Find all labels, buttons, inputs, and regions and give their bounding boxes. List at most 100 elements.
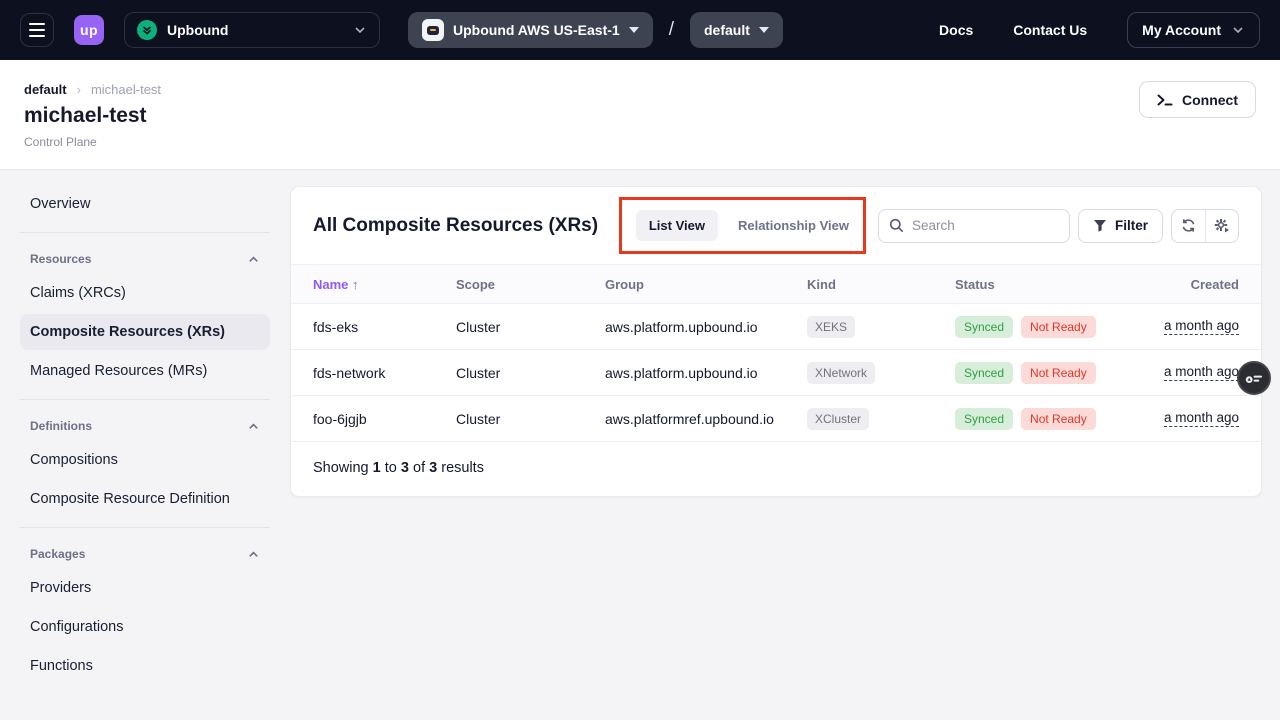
- cell-name[interactable]: fds-eks: [313, 319, 456, 335]
- divider: [20, 232, 270, 233]
- group-label: default: [704, 22, 750, 38]
- column-header-group[interactable]: Group: [605, 277, 807, 292]
- control-plane-icon: [422, 19, 444, 41]
- column-header-scope[interactable]: Scope: [456, 277, 605, 292]
- breadcrumb-current: michael-test: [91, 82, 161, 97]
- cell-scope: Cluster: [456, 411, 605, 427]
- connect-button[interactable]: Connect: [1139, 81, 1256, 118]
- cell-status: Synced Not Ready: [955, 408, 1164, 430]
- breadcrumb-parent[interactable]: default: [24, 82, 67, 97]
- sidebar-item-providers[interactable]: Providers: [20, 570, 270, 606]
- relationship-view-tab[interactable]: Relationship View: [738, 218, 849, 233]
- table-header: Name ↑ Scope Group Kind Status Created: [291, 264, 1261, 304]
- cell-group: aws.platformref.upbound.io: [605, 411, 807, 427]
- cell-status: Synced Not Ready: [955, 362, 1164, 384]
- sidebar-item-compositions[interactable]: Compositions: [20, 442, 270, 478]
- section-title: Packages: [30, 547, 85, 561]
- search-input[interactable]: [912, 218, 1059, 233]
- page-title: michael-test: [24, 104, 1256, 128]
- page-header: default › michael-test michael-test Cont…: [0, 60, 1280, 170]
- cell-scope: Cluster: [456, 319, 605, 335]
- section-title: Definitions: [30, 419, 92, 433]
- divider: [20, 527, 270, 528]
- gear-play-icon: [1214, 218, 1230, 233]
- upbound-logo[interactable]: up: [74, 15, 104, 45]
- cell-created[interactable]: a month ago: [1164, 364, 1239, 381]
- control-plane-select[interactable]: Upbound AWS US-East-1: [408, 12, 653, 48]
- my-account-label: My Account: [1142, 22, 1221, 38]
- floating-changelog-button[interactable]: [1237, 361, 1271, 395]
- caret-down-icon: [629, 27, 639, 33]
- connect-label: Connect: [1182, 92, 1238, 108]
- my-account-button[interactable]: My Account: [1127, 12, 1260, 48]
- sidebar-section-definitions[interactable]: Definitions: [20, 410, 270, 442]
- refresh-button[interactable]: [1172, 210, 1205, 242]
- synced-badge: Synced: [955, 316, 1013, 338]
- cell-created[interactable]: a month ago: [1164, 410, 1239, 427]
- chevron-down-icon: [353, 23, 367, 37]
- kind-badge: XNetwork: [807, 362, 875, 384]
- chevron-up-icon: [247, 253, 260, 266]
- sidebar-section-packages[interactable]: Packages: [20, 538, 270, 570]
- filter-label: Filter: [1115, 218, 1148, 233]
- sidebar-item-managed-resources[interactable]: Managed Resources (MRs): [20, 353, 270, 389]
- refresh-icon: [1181, 218, 1196, 233]
- column-header-kind[interactable]: Kind: [807, 277, 955, 292]
- section-title: Resources: [30, 252, 91, 266]
- sidebar-item-overview[interactable]: Overview: [20, 186, 270, 222]
- sidebar-section-resources[interactable]: Resources: [20, 243, 270, 275]
- not-ready-badge: Not Ready: [1021, 362, 1096, 384]
- card-header: All Composite Resources (XRs) List View …: [291, 187, 1261, 264]
- sidebar-item-composite-resource-definition[interactable]: Composite Resource Definition: [20, 481, 270, 517]
- control-plane-label: Upbound AWS US-East-1: [453, 22, 620, 38]
- results-from: 1: [373, 460, 381, 476]
- cell-created[interactable]: a month ago: [1164, 318, 1239, 335]
- kind-badge: XEKS: [807, 316, 855, 338]
- not-ready-badge: Not Ready: [1021, 408, 1096, 430]
- results-to: 3: [401, 460, 409, 476]
- search-icon: [889, 218, 904, 233]
- results-total: 3: [429, 460, 437, 476]
- cell-status: Synced Not Ready: [955, 316, 1164, 338]
- synced-badge: Synced: [955, 408, 1013, 430]
- page-subtitle: Control Plane: [24, 135, 1256, 149]
- auto-refresh-settings-button[interactable]: [1205, 210, 1238, 242]
- column-header-name[interactable]: Name ↑: [313, 277, 456, 292]
- column-header-status[interactable]: Status: [955, 277, 1191, 292]
- organization-icon: [137, 20, 157, 40]
- sidebar-item-functions[interactable]: Functions: [20, 648, 270, 684]
- cell-name[interactable]: foo-6jgjb: [313, 411, 456, 427]
- list-view-tab[interactable]: List View: [636, 210, 718, 241]
- docs-link[interactable]: Docs: [939, 22, 973, 38]
- cell-group: aws.platform.upbound.io: [605, 319, 807, 335]
- divider: [20, 399, 270, 400]
- sidebar-item-composite-resources[interactable]: Composite Resources (XRs): [20, 314, 270, 350]
- sidebar-item-configurations[interactable]: Configurations: [20, 609, 270, 645]
- filter-button[interactable]: Filter: [1078, 209, 1163, 243]
- search-box[interactable]: [878, 209, 1070, 243]
- content-area: Overview Resources Claims (XRCs) Composi…: [0, 170, 1280, 720]
- sidebar-item-claims[interactable]: Claims (XRCs): [20, 275, 270, 311]
- table-row[interactable]: foo-6jgjb Cluster aws.platformref.upboun…: [291, 396, 1261, 442]
- hamburger-menu-button[interactable]: [20, 13, 54, 47]
- breadcrumb: default › michael-test: [24, 82, 1256, 97]
- cell-name[interactable]: fds-network: [313, 365, 456, 381]
- filter-funnel-icon: [1093, 219, 1107, 232]
- refresh-button-group: [1171, 209, 1239, 243]
- terminal-icon: [1157, 93, 1173, 107]
- breadcrumb-separator-icon: ›: [77, 82, 81, 97]
- synced-badge: Synced: [955, 362, 1013, 384]
- topbar: up Upbound Upbound AWS US-East-1 / defau…: [0, 0, 1280, 60]
- contact-us-link[interactable]: Contact Us: [1013, 22, 1087, 38]
- changelog-icon: [1245, 371, 1263, 385]
- composite-resources-card: All Composite Resources (XRs) List View …: [290, 186, 1262, 497]
- path-separator: /: [669, 19, 674, 41]
- chevron-up-icon: [247, 548, 260, 561]
- group-select[interactable]: default: [690, 12, 783, 48]
- column-header-created[interactable]: Created: [1191, 277, 1239, 292]
- cell-group: aws.platform.upbound.io: [605, 365, 807, 381]
- chevron-up-icon: [247, 420, 260, 433]
- table-row[interactable]: fds-eks Cluster aws.platform.upbound.io …: [291, 304, 1261, 350]
- table-row[interactable]: fds-network Cluster aws.platform.upbound…: [291, 350, 1261, 396]
- organization-select[interactable]: Upbound: [124, 12, 380, 48]
